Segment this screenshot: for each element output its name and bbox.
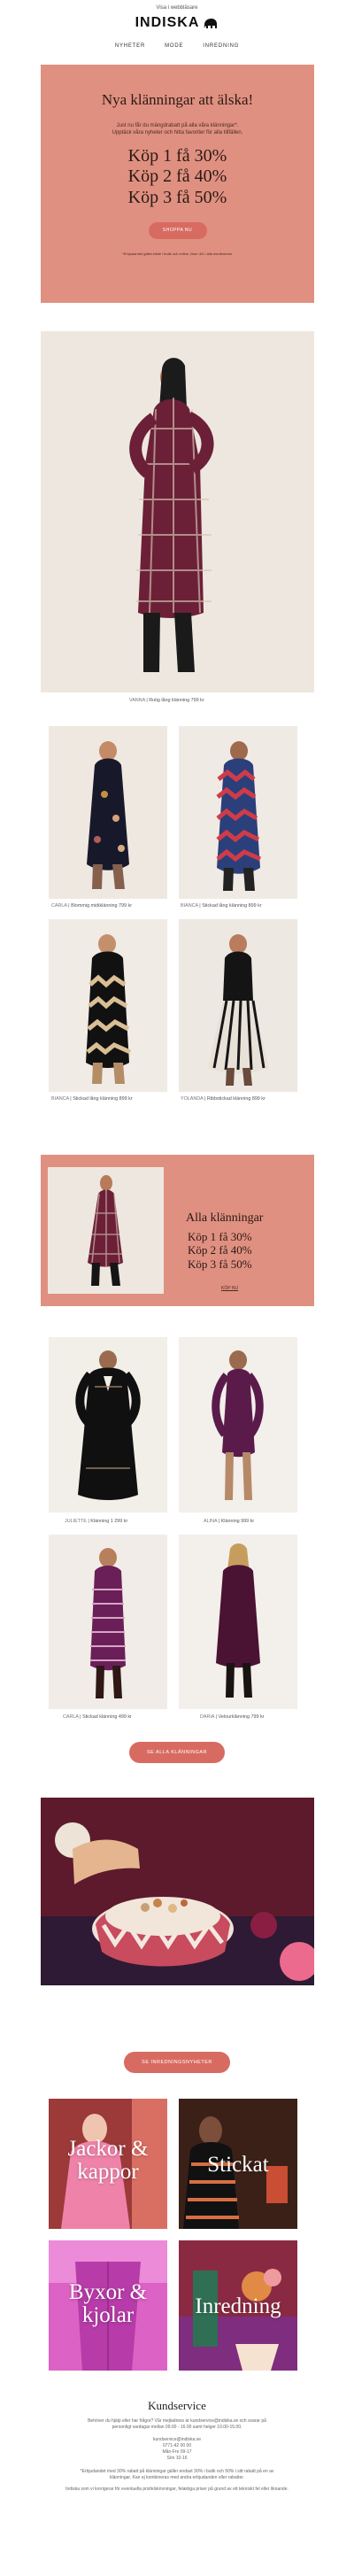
product-desc-2: Stickad lång klänning 899 kr: [202, 903, 262, 909]
category-label-interior: Inredning: [195, 2294, 281, 2318]
product-image-8[interactable]: [179, 1535, 297, 1709]
striped-knit-set-illustration: [49, 919, 167, 1092]
product-caption-4[interactable]: YOLANDA | Ribbstickad klänning 899 kr: [181, 1096, 266, 1102]
product-caption-1[interactable]: CARLA | Blommig midiklänning 799 kr: [51, 903, 132, 909]
main-product-name: VANNA: [129, 698, 145, 703]
brand-name: INDISKA: [135, 15, 200, 30]
product-caption-5[interactable]: JULIETTE | Klänning 1 299 kr: [65, 1519, 127, 1524]
product-name-4: YOLANDA: [181, 1096, 204, 1102]
product-caption-2[interactable]: BIANCA | Stickad lång klänning 899 kr: [181, 903, 262, 909]
nav-item-inredning[interactable]: INREDNING: [203, 43, 239, 49]
product-image-6[interactable]: [179, 1337, 297, 1512]
main-product-caption[interactable]: VANNA | Rutig lång klänning 799 kr: [129, 698, 204, 703]
promo-offer-3: Köp 3 få 50%: [188, 1257, 252, 1271]
ribbed-dress-illustration: [179, 919, 297, 1092]
category-tile-knitwear[interactable]: Stickat: [179, 2099, 297, 2229]
product-desc-3: Stickad lång klänning 899 kr: [73, 1096, 133, 1102]
product-desc-5: Klänning 1 299 kr: [90, 1519, 128, 1524]
product-caption-8[interactable]: DARIA | Velourklänning 799 kr: [200, 1714, 264, 1720]
interior-banner-image[interactable]: [41, 1798, 314, 1985]
category-label-knitwear: Stickat: [207, 2153, 269, 2177]
product-caption-7[interactable]: CARLA | Stickad klänning 499 kr: [63, 1714, 132, 1720]
promo-offer-1: Köp 1 få 30%: [188, 1230, 252, 1243]
woman-plaid-dress-illustration: [41, 331, 314, 692]
product-name-8: DARIA: [200, 1714, 215, 1720]
velour-dress-illustration: [179, 1535, 297, 1709]
email-page: Visa i webbläsare INDISKA NYHETER MODE I…: [0, 0, 354, 2576]
product-name-7: CARLA: [63, 1714, 79, 1720]
product-desc-8: Velourklänning 799 kr: [218, 1714, 265, 1720]
product-desc-1: Blommig midiklänning 799 kr: [71, 903, 133, 909]
view-in-browser-link[interactable]: Visa i webbläsare: [0, 0, 354, 11]
promo-offer-2: Köp 2 få 40%: [188, 1243, 252, 1257]
product-image-3[interactable]: [49, 919, 167, 1092]
main-product-desc: Rutig lång klänning 799 kr: [149, 698, 204, 703]
product-desc-6: Klänning 999 kr: [220, 1519, 255, 1524]
hero-intro-line-2: Upptäck våra nyheter och hitta favoriter…: [112, 130, 243, 136]
see-all-dresses-button[interactable]: SE ALLA KLÄNNINGAR: [129, 1742, 225, 1763]
legal-line-1: *Erbjudandet med 30% rabatt på klänninga…: [80, 2468, 274, 2474]
legal-line-3: Indiska som vi korrigerar för eventuella…: [65, 2487, 289, 2492]
promo-plaid-dress-illustration: [48, 1167, 164, 1294]
category-label-jackets: Jackor & kappor: [67, 2137, 149, 2184]
product-image-4[interactable]: [179, 919, 297, 1092]
see-home-news-button[interactable]: SE INREDNINGSNYHETER: [124, 2052, 230, 2073]
zigzag-dress-illustration: [179, 726, 297, 899]
black-maxi-dress-illustration: [49, 1337, 167, 1512]
product-name-5: JULIETTE: [65, 1519, 87, 1524]
main-nav: NYHETER MODE INREDNING: [0, 43, 354, 49]
promo-image: [48, 1167, 164, 1294]
nav-item-mode[interactable]: MODE: [165, 43, 183, 49]
product-name-2: BIANCA: [181, 903, 198, 909]
customer-service-title: Kundservice: [148, 2399, 206, 2412]
hero-intro-line-1: Just nu får du mängdrabatt på alla våra …: [116, 123, 239, 128]
product-desc-4: Ribbstickad klänning 899 kr: [206, 1096, 266, 1102]
product-name-3: BIANCA: [51, 1096, 69, 1102]
shop-now-button[interactable]: SHOPPA NU: [148, 221, 207, 239]
offer-1: Köp 1 få 30%: [127, 145, 227, 166]
product-image-1[interactable]: [49, 726, 167, 899]
offer-3: Köp 3 få 50%: [127, 187, 227, 207]
table-setting-illustration: [41, 1798, 314, 1985]
product-image-7[interactable]: [49, 1535, 167, 1709]
hero-intro: Just nu får du mängdrabatt på alla våra …: [41, 122, 314, 137]
legal-line-2: klänningar. Kan ej kombineras med andra …: [109, 2474, 245, 2480]
hero-footnote: *Erbjudandet gäller både i butik och onl…: [122, 251, 233, 256]
service-phone[interactable]: 0771-42 00 00: [0, 2443, 354, 2449]
category-tile-trousers[interactable]: Byxor & kjolar: [49, 2240, 167, 2371]
nav-item-nyheter[interactable]: NYHETER: [115, 43, 145, 49]
promo-buy-now-link[interactable]: KÖP NU: [221, 1286, 238, 1291]
hero-banner: Nya klänningar att älska! Just nu får du…: [41, 65, 314, 303]
product-image-5[interactable]: [49, 1337, 167, 1512]
service-hours: Mån-Fre 09-17: [162, 2449, 192, 2455]
striped-purple-dress-illustration: [49, 1535, 167, 1709]
brand-logo[interactable]: INDISKA: [0, 15, 354, 31]
product-image-2[interactable]: [179, 726, 297, 899]
promo-banner[interactable]: Alla klänningar Köp 1 få 30% Köp 2 få 40…: [41, 1155, 314, 1306]
hero-title: Nya klänningar att älska!: [101, 91, 254, 108]
service-line-2: personligt vardagar mellan 09.00 - 16.00…: [112, 2425, 242, 2431]
customer-service-footer: Kundservice Behöver du hjälp eller har f…: [0, 2399, 354, 2493]
promo-title: Alla klänningar: [186, 1211, 264, 1225]
category-tile-interior[interactable]: Inredning: [179, 2240, 297, 2371]
product-caption-6[interactable]: ALINA | Klänning 999 kr: [204, 1519, 254, 1524]
hero-offers: Köp 1 få 30% Köp 2 få 40% Köp 3 få 50%: [41, 146, 314, 208]
purple-dress-illustration: [179, 1337, 297, 1512]
elephant-icon: [204, 19, 218, 28]
service-line-1: Behöver du hjälp eller har frågor? Vår m…: [88, 2418, 266, 2424]
product-desc-7: Stickad klänning 499 kr: [82, 1714, 132, 1720]
service-sunday-hours: Sön 10-16: [166, 2456, 188, 2462]
floral-dress-illustration: [49, 726, 167, 899]
category-tile-jackets[interactable]: Jackor & kappor: [49, 2099, 167, 2229]
main-product-image[interactable]: [41, 331, 314, 692]
promo-offers: Köp 1 få 30% Köp 2 få 40% Köp 3 få 50%: [188, 1230, 252, 1271]
service-email[interactable]: kundservice@indiska.se: [0, 2437, 354, 2443]
category-label-trousers: Byxor & kjolar: [68, 2280, 148, 2327]
product-name-1: CARLA: [51, 903, 67, 909]
offer-2: Köp 2 få 40%: [127, 166, 227, 187]
product-name-6: ALINA: [204, 1519, 218, 1524]
product-caption-3[interactable]: BIANCA | Stickad lång klänning 899 kr: [51, 1096, 133, 1102]
